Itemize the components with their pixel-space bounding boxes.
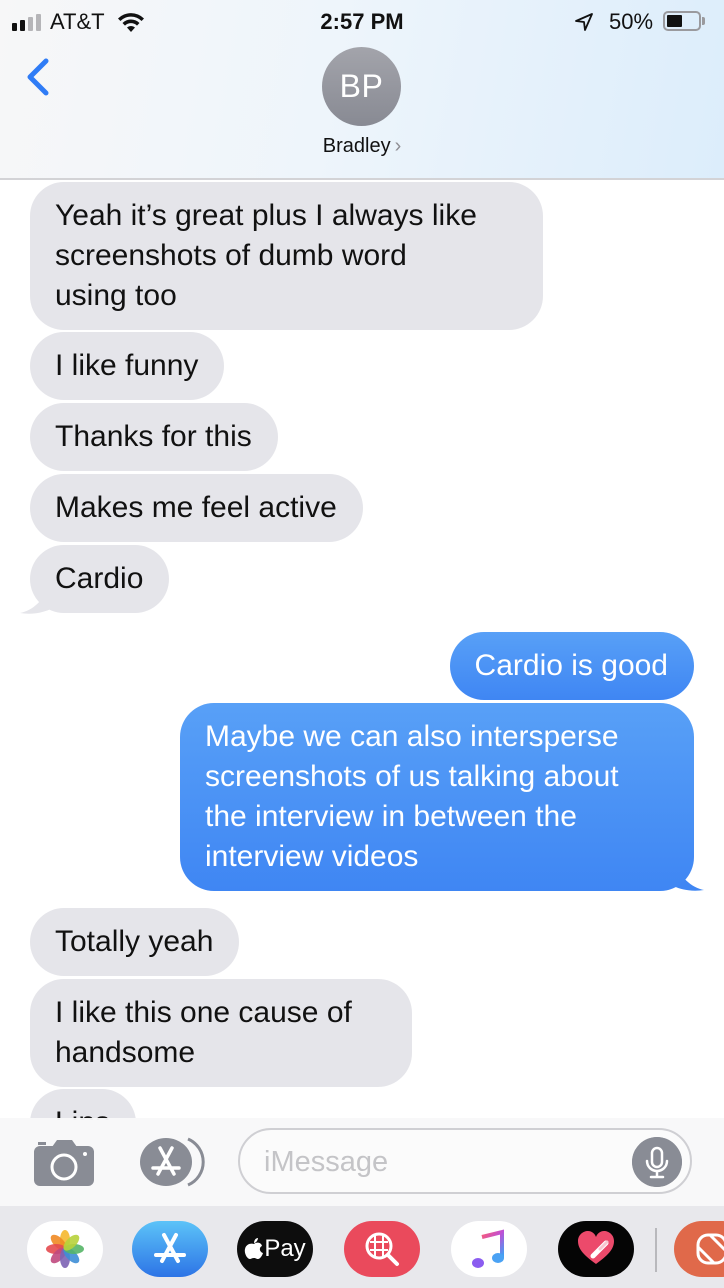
- app-store-button[interactable]: [136, 1136, 206, 1188]
- battery-icon: [663, 11, 701, 31]
- conversation-header: AT&T 2:57 PM 50% BP Bradley ›: [0, 0, 724, 180]
- photos-app-button[interactable]: [27, 1221, 103, 1277]
- message-bubble-received[interactable]: Totally yeah: [30, 908, 240, 976]
- contact-name-button[interactable]: Bradley ›: [0, 135, 724, 158]
- back-button[interactable]: [20, 55, 54, 99]
- microphone-button[interactable]: [632, 1137, 682, 1187]
- drawer-divider: [655, 1228, 657, 1272]
- music-note-icon: [472, 1229, 504, 1268]
- stickers-icon: [696, 1233, 724, 1265]
- compose-bar: [0, 1118, 724, 1206]
- app-drawer: Pay: [0, 1206, 724, 1288]
- contact-avatar[interactable]: BP: [322, 47, 401, 126]
- wifi-icon: [118, 13, 144, 32]
- imessage-field[interactable]: [238, 1128, 692, 1194]
- message-bubble-sent[interactable]: Maybe we can also intersperse screenshot…: [180, 703, 694, 891]
- message-bubble-received[interactable]: I like this one cause of handsome: [30, 979, 412, 1087]
- message-bubble-received[interactable]: I like funny: [30, 332, 225, 400]
- chevron-right-icon: ›: [394, 135, 402, 157]
- message-bubble-received[interactable]: Makes me feel active: [30, 474, 363, 542]
- battery-tip: [702, 17, 705, 25]
- message-bubble-received[interactable]: Cardio: [30, 545, 170, 613]
- contact-name: Bradley: [322, 135, 391, 157]
- message-bubble-received[interactable]: Lins: [30, 1089, 137, 1120]
- image-search-app-button[interactable]: [344, 1221, 420, 1277]
- digital-touch-app-button[interactable]: [558, 1221, 634, 1277]
- apple-logo-icon: [245, 1238, 264, 1259]
- camera-button[interactable]: [32, 1138, 96, 1186]
- photos-icon: [46, 1230, 84, 1268]
- message-bubble-received[interactable]: Thanks for this: [30, 403, 278, 471]
- music-app-button[interactable]: [451, 1221, 527, 1277]
- message-input[interactable]: [264, 1142, 624, 1182]
- location-arrow-icon: [575, 13, 593, 31]
- signal-strength-icon: [12, 14, 41, 31]
- battery-percent: 50%: [609, 9, 654, 34]
- app-store-icon: [154, 1233, 186, 1263]
- stickers-app-button[interactable]: [674, 1221, 724, 1277]
- status-bar: AT&T 2:57 PM 50%: [0, 0, 724, 44]
- apple-pay-label: Pay: [264, 1235, 306, 1262]
- carrier-label: AT&T: [50, 9, 105, 34]
- message-thread[interactable]: Yeah it’s great plus I always like scree…: [0, 180, 724, 1120]
- message-bubble-received[interactable]: Yeah it’s great plus I always like scree…: [30, 182, 543, 330]
- message-bubble-sent[interactable]: Cardio is good: [449, 632, 694, 700]
- heart-icon: [578, 1231, 614, 1264]
- avatar-initials: BP: [339, 68, 384, 104]
- globe-search-icon: [365, 1232, 399, 1266]
- apple-pay-button[interactable]: Pay: [237, 1221, 313, 1277]
- app-store-app-button[interactable]: [132, 1221, 208, 1277]
